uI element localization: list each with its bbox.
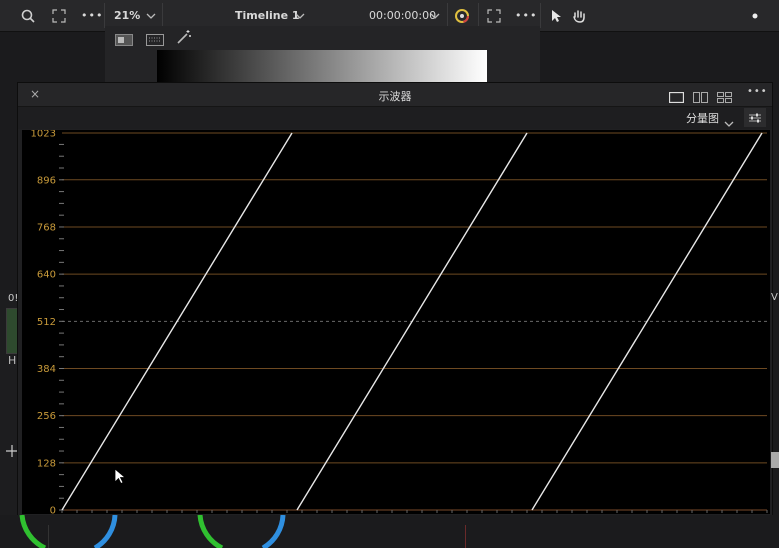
y-tick-label: 256 [37,411,56,422]
mouse-cursor-icon [114,468,127,489]
bottom-panel-partial [0,515,779,548]
left-panel-partial: 0! H. [0,290,20,548]
fullscreen-icon[interactable] [52,0,66,31]
parade-waveform: 0 128 256 384 512 640 768 896 1023 [22,130,770,514]
pointer-icon[interactable] [551,0,561,31]
y-tick-label: 512 [37,317,56,328]
search-icon[interactable] [21,0,35,31]
scope-title: 示波器 [378,90,412,103]
status-dot-icon [752,0,758,31]
scope-mode-select[interactable]: 分量图 [686,110,719,126]
keyboard-icon[interactable] [146,31,164,50]
y-tick-label: 1023 [31,130,56,140]
dual-view-icon[interactable] [693,88,708,107]
y-tick-label: 128 [37,458,56,469]
y-tick-label: 768 [37,222,56,233]
magic-wand-icon[interactable] [176,29,192,49]
scope-toolbar: 分量图 [18,107,772,129]
partial-label: V [771,292,778,303]
y-tick-label: 896 [37,175,56,186]
quad-view-icon[interactable] [717,88,732,107]
y-tick-label: 384 [37,364,56,375]
scrollbar-handle[interactable] [771,452,779,468]
waveform-trace [61,132,293,511]
settings-sliders-icon[interactable] [744,108,766,127]
more-options-icon[interactable]: ••• [747,86,768,97]
y-tick-label: 640 [37,270,56,281]
more-options-icon[interactable]: ••• [81,0,103,31]
hand-icon[interactable] [572,0,586,31]
waveform-trace [296,132,528,511]
viewer-mode-icon[interactable] [115,31,133,50]
y-tick-label: 0 [50,506,56,515]
gradient-preview [157,50,487,82]
scope-title-bar: × 示波器 ••• [18,83,772,107]
single-view-icon[interactable] [668,88,685,107]
